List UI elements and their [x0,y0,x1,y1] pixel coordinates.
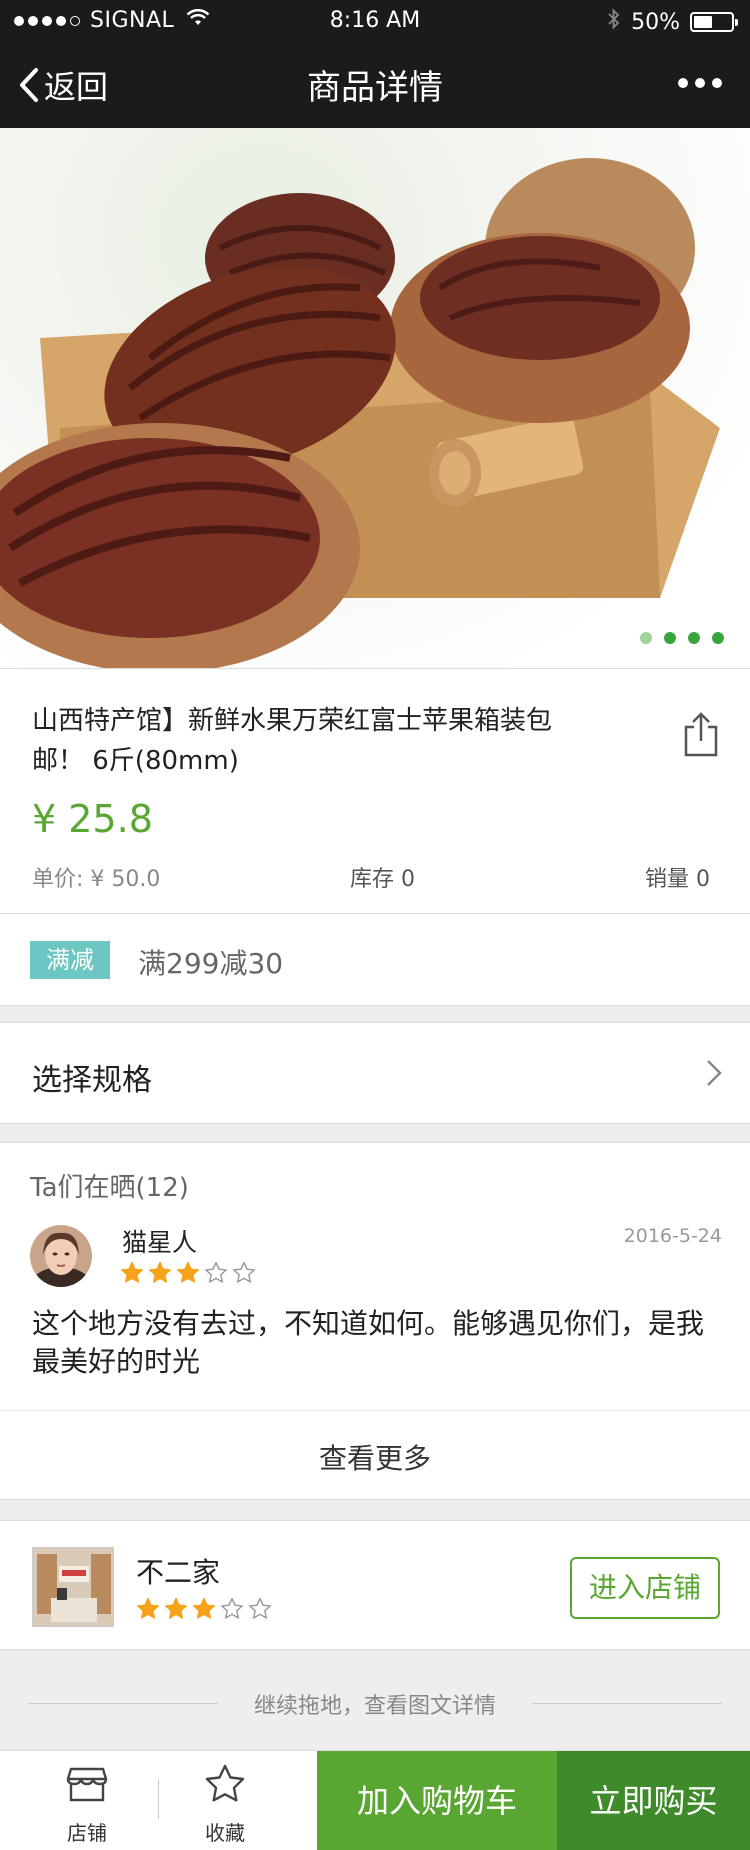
product-image-carousel[interactable] [0,128,750,668]
status-bar: SIGNAL 8:16 AM 50% [0,0,750,42]
page-title: 商品详情 [307,68,443,108]
promotion-row: 满减 满299减30 [0,914,750,1006]
bluetooth-icon [607,8,621,36]
drag-hint: 继续拖地，查看图文详情 [0,1688,750,1719]
star-empty-icon [249,1597,271,1619]
battery-fill [694,16,712,28]
star-empty-icon [205,1261,227,1283]
star-filled-icon [137,1597,159,1619]
review-date: 2016-5-24 [623,1225,722,1247]
back-button[interactable]: 返回 [18,62,108,108]
pager-dot[interactable] [640,632,652,644]
shop-card: 不二家 进入店铺 [0,1520,750,1650]
add-to-cart-button[interactable]: 加入购物车 [317,1751,557,1850]
reviews-section: Ta们在晒(12) 猫星人 2016-5-24 这个地方没有去过，不知道如何。能… [0,1142,750,1500]
product-photo [0,158,720,668]
shop-tab-label: 店铺 [67,1821,107,1845]
enter-shop-button[interactable]: 进入店铺 [570,1557,720,1619]
review-content: 这个地方没有去过，不知道如何。能够遇见你们，是我最美好的时光 [32,1307,705,1378]
promo-text: 满299减30 [138,947,284,980]
more-icon[interactable] [678,78,722,88]
star-outline-icon [205,1764,245,1802]
star-filled-icon [165,1597,187,1619]
battery-icon [690,12,738,32]
share-icon[interactable] [682,711,720,761]
star-empty-icon [233,1261,255,1283]
pager-dot[interactable] [712,632,724,644]
store-icon [66,1767,108,1802]
unit-price: 单价: ¥ 50.0 [32,867,161,892]
top-bar: SIGNAL 8:16 AM 50% 返回 商品详情 [0,0,750,128]
pager-dot[interactable] [664,632,676,644]
review-rating [120,1261,256,1284]
shop-thumbnail [32,1547,114,1627]
sales-count: 销量 0 [645,867,710,892]
pager-dot[interactable] [688,632,700,644]
product-name: 山西特产馆】新鲜水果万荣红富士苹果箱装包邮！ 6斤(80mm) [32,706,553,776]
reviews-header: Ta们在晒(12) [30,1173,189,1203]
nav-bar: 返回 商品详情 [0,42,750,128]
carousel-pager [640,632,724,644]
promo-badge: 满减 [30,941,110,979]
select-spec-label: 选择规格 [32,1063,152,1098]
star-empty-icon [221,1597,243,1619]
bottom-action-bar: 店铺 收藏 加入购物车 立即购买 [0,1750,750,1850]
buy-now-button[interactable]: 立即购买 [557,1751,750,1850]
view-more-button[interactable]: 查看更多 [0,1437,750,1477]
battery-percent: 50% [631,9,680,35]
star-filled-icon [177,1261,199,1283]
divider [0,1410,750,1411]
shop-rating [136,1597,272,1620]
select-spec-row[interactable]: 选择规格 [0,1022,750,1124]
star-filled-icon [149,1261,171,1283]
favorite-button[interactable]: 收藏 [156,1751,294,1850]
drag-hint-text: 继续拖地，查看图文详情 [253,1694,496,1719]
product-info: 山西特产馆】新鲜水果万荣红富士苹果箱装包邮！ 6斤(80mm) ¥ 25.8 单… [0,668,750,914]
back-label: 返回 [44,68,109,106]
favorite-label: 收藏 [205,1821,245,1845]
shop-tab-button[interactable]: 店铺 [18,1751,156,1850]
stock-count: 库存 0 [350,867,415,892]
shop-name: 不二家 [136,1556,221,1589]
star-filled-icon [193,1597,215,1619]
product-price: ¥ 25.8 [32,797,153,841]
star-filled-icon [121,1261,143,1283]
chevron-right-icon [707,1060,722,1086]
reviewer-name: 猫星人 [122,1228,198,1257]
chevron-left-icon [20,68,38,102]
avatar [30,1225,92,1287]
divider [532,1703,722,1704]
